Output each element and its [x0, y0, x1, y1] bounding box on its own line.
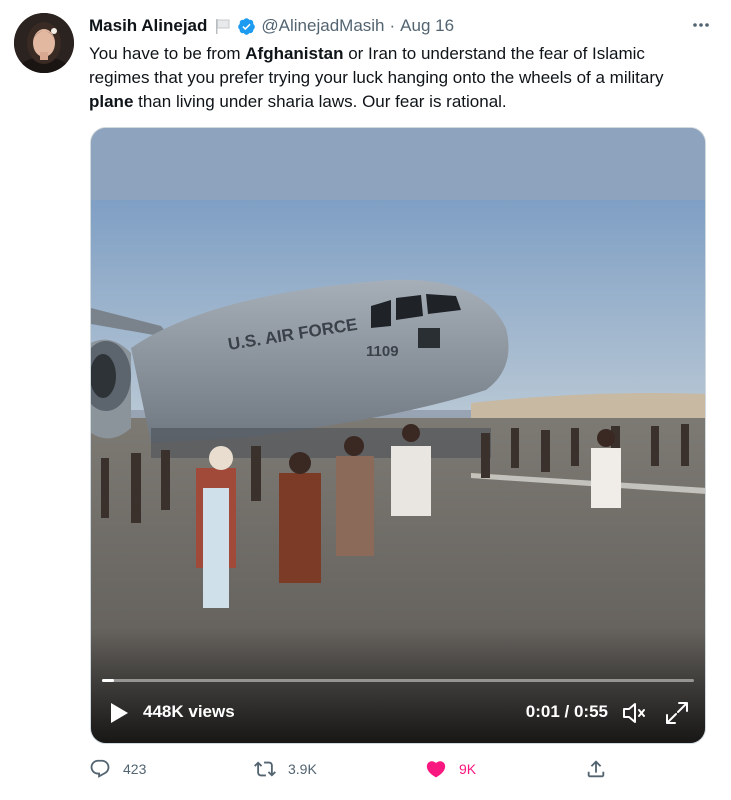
tweet-text: You have to be from Afghanistan or Iran …	[89, 42, 709, 114]
tweet-text-bold: plane	[89, 92, 134, 111]
avatar[interactable]	[14, 13, 74, 73]
retweet-icon	[254, 758, 276, 780]
reply-button[interactable]: 423	[89, 758, 146, 780]
video-frame: U.S. AIR FORCE 1109	[91, 128, 705, 743]
video-player[interactable]: U.S. AIR FORCE 1109 448K views 0:01 / 0:…	[90, 127, 706, 744]
expand-icon[interactable]	[664, 700, 690, 726]
tweet-header: Masih Alinejad @AlinejadMasih · Aug 16	[89, 14, 711, 38]
tweet-text-bold: Afghanistan	[245, 44, 344, 63]
share-icon	[585, 758, 607, 780]
reply-icon	[89, 758, 111, 780]
heart-icon	[425, 758, 447, 780]
tweet-text-part: than living under sharia laws. Our fear …	[133, 92, 507, 111]
tweet-actions: 423 3.9K 9K	[89, 758, 629, 786]
author-name[interactable]: Masih Alinejad	[89, 16, 207, 36]
video-controls: 448K views 0:01 / 0:55	[91, 683, 705, 743]
tweet-text-part: You have to be from	[89, 44, 246, 63]
tail-number: 1109	[366, 343, 399, 360]
separator: ·	[389, 16, 396, 35]
verified-icon	[237, 17, 256, 36]
video-time: 0:01 / 0:55	[525, 702, 608, 721]
share-button[interactable]	[585, 758, 607, 780]
progress-bar[interactable]	[102, 679, 694, 682]
retweet-button[interactable]: 3.9K	[254, 758, 317, 780]
tweet-date[interactable]: Aug 16	[400, 16, 454, 36]
like-count: 9K	[459, 761, 477, 777]
retweet-count: 3.9K	[288, 761, 317, 777]
more-icon[interactable]	[691, 15, 711, 35]
view-count: 448K views	[143, 702, 235, 721]
flag-icon	[214, 17, 232, 35]
progress-fill	[102, 679, 114, 682]
like-button[interactable]: 9K	[425, 758, 476, 780]
play-icon[interactable]	[108, 701, 130, 725]
reply-count: 423	[123, 761, 147, 777]
tweet[interactable]: Masih Alinejad @AlinejadMasih · Aug 16 Y…	[0, 0, 731, 800]
volume-icon[interactable]	[621, 700, 647, 726]
author-handle[interactable]: @AlinejadMasih	[261, 16, 384, 36]
